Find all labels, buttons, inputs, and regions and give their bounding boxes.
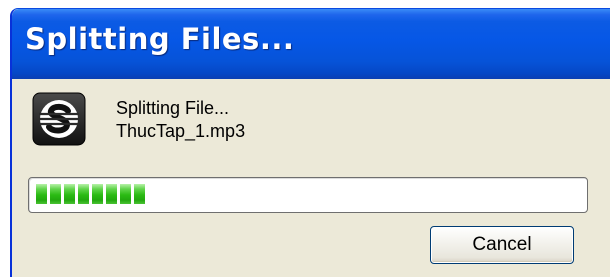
- cancel-button[interactable]: Cancel: [430, 226, 574, 264]
- progress-segment: [64, 184, 75, 204]
- split-file-app-icon: [32, 92, 86, 146]
- progress-fill: [36, 184, 145, 204]
- dialog-content: Splitting File... ThucTap_1.mp3 Cancel: [12, 79, 610, 277]
- progress-segment: [92, 184, 103, 204]
- title-bar[interactable]: Splitting Files...: [12, 9, 610, 79]
- progress-segment: [36, 184, 47, 204]
- progress-segment: [120, 184, 131, 204]
- status-text: Splitting File...: [116, 98, 230, 118]
- progress-bar: [28, 177, 588, 213]
- progress-segment: [50, 184, 61, 204]
- progress-segment: [106, 184, 117, 204]
- current-filename: ThucTap_1.mp3: [116, 121, 246, 141]
- progress-segment: [134, 184, 145, 204]
- splitting-files-dialog: Splitting Files... Splitting File... Thu: [10, 8, 610, 277]
- window-title: Splitting Files...: [25, 22, 295, 56]
- progress-segment: [78, 184, 89, 204]
